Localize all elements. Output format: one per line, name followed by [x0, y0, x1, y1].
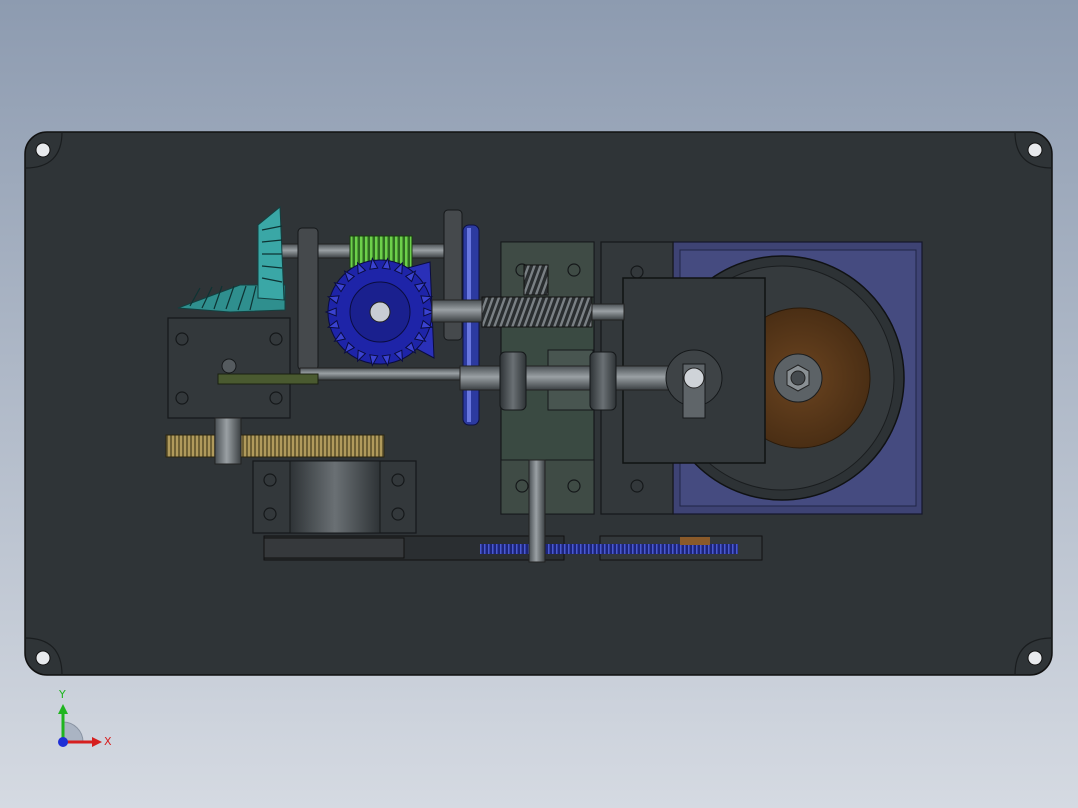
z-axis-dot: [58, 737, 68, 747]
mount-hole-bottom-left: [35, 650, 51, 666]
helical-gear[interactable]: [481, 296, 593, 328]
cad-graphics-viewport[interactable]: Y X: [0, 0, 1078, 808]
mount-hole-bottom-right: [1027, 650, 1043, 666]
input-shaft: [299, 367, 471, 381]
mount-hole-top-left: [35, 142, 51, 158]
left-bearing-housing[interactable]: [167, 317, 291, 419]
shaft-support-left: [297, 227, 319, 371]
main-spindle-shaft: [459, 365, 691, 391]
key-bar: [217, 373, 319, 385]
small-helical-gear[interactable]: [523, 264, 549, 296]
assembly-scene[interactable]: Y X: [0, 0, 1078, 808]
y-axis-label: Y: [58, 688, 66, 701]
x-axis-label: X: [104, 735, 112, 748]
bearing-collar-2: [589, 351, 617, 411]
vertical-shaft-left: [214, 417, 242, 465]
mount-hole-top-right: [1027, 142, 1043, 158]
pulley-blue[interactable]: [462, 224, 480, 426]
lower-bearing-block[interactable]: [252, 460, 417, 534]
bearing-collar-1: [499, 351, 527, 411]
vertical-shaft-center: [528, 459, 546, 563]
drive-belt[interactable]: [263, 535, 763, 561]
spur-gear[interactable]: [165, 434, 385, 458]
